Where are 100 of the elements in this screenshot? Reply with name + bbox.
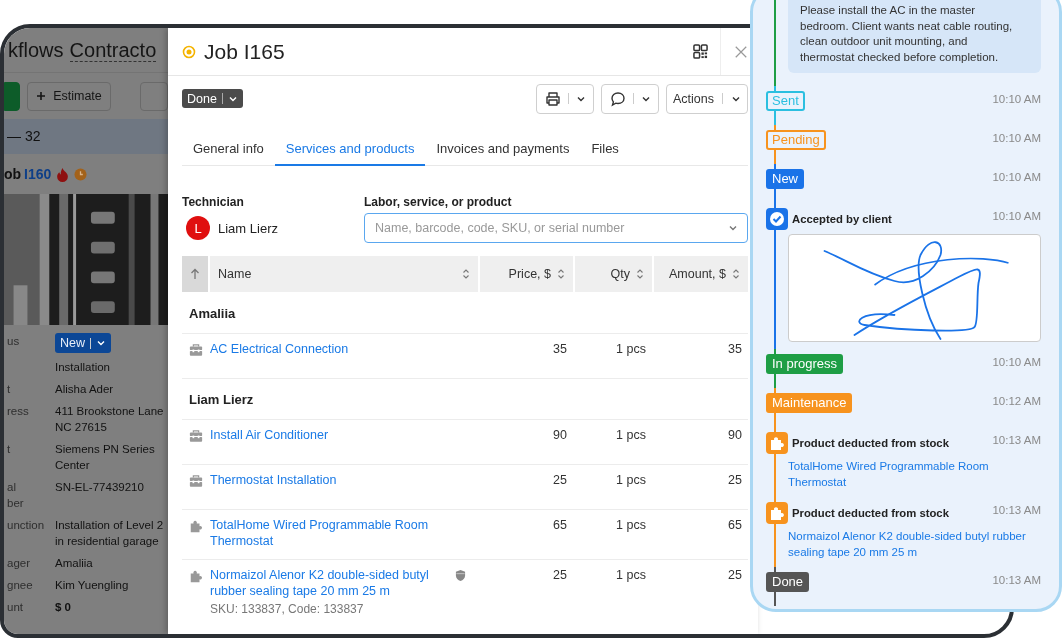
group-title: Liam Lierz (189, 391, 254, 407)
column-header[interactable]: Qty (575, 256, 652, 292)
field-label: unt (7, 601, 23, 613)
comment-text: Please install the AC in the master bedroom. Client wants neat cable routing, clean outdoor unit mounting, and thermostat checked before completion. (788, 0, 1041, 74)
field-value: Kim Yuengling (55, 579, 129, 591)
timestamp: 10:10 AM (992, 170, 1041, 184)
status-dropdown[interactable]: New (55, 333, 111, 353)
status-badge: New (766, 169, 804, 190)
field-label: t (7, 443, 11, 455)
sort-icon (732, 268, 740, 280)
field-value: Siemens PN Series Center (55, 443, 155, 471)
status-badge: Maintenance (766, 393, 853, 414)
timestamp: 10:10 AM (992, 131, 1041, 145)
field-value: SN-EL-77439210 (55, 481, 144, 493)
search-field[interactable]: Name, barcode, code, SKU, or serial number (364, 213, 748, 243)
item-link[interactable]: TotalHome Wired Programmable Room Thermostat (210, 518, 445, 549)
job-title: ob (4, 166, 22, 182)
job-title: Job I165 (204, 39, 286, 64)
product-link[interactable]: Normaizol Alenor K2 double-sided butyl rubber sealing tape 20 mm 25 m (766, 528, 1041, 561)
puzzle-icon (189, 569, 203, 583)
table-cell: 25 (728, 568, 742, 582)
item-link[interactable]: Install Air Conditioner (210, 428, 445, 444)
item-details: SKU: 133837, Code: 133837 (210, 602, 365, 618)
printer-icon (544, 90, 561, 107)
technician-name: Liam Lierz (218, 220, 278, 236)
caret-icon (96, 338, 106, 348)
item-link[interactable]: AC Electrical Connection (210, 342, 445, 358)
table-cell: 35 (553, 342, 567, 356)
create-button[interactable] (4, 81, 20, 111)
field-label: ager (7, 557, 31, 569)
column-header[interactable]: Amount, $ (654, 256, 748, 292)
field-label: Technician (182, 195, 245, 211)
status-dropdown[interactable]: Done (182, 89, 243, 108)
toolbar-button[interactable] (140, 81, 168, 111)
status-badge: Pending (766, 130, 826, 151)
close-icon (734, 44, 748, 59)
message-button[interactable] (601, 83, 659, 114)
qr-code-icon (692, 44, 708, 59)
table-cell: 25 (728, 473, 742, 487)
field-value: Installation (55, 361, 110, 373)
status-badge: In progress (766, 354, 844, 375)
print-button[interactable] (536, 83, 594, 114)
table-cell: 90 (728, 428, 742, 442)
timestamp: 10:10 AM (992, 92, 1041, 106)
job-number-link[interactable]: I160 (24, 166, 52, 182)
sort-column-header[interactable] (182, 256, 208, 292)
item-link[interactable]: Thermostat Installation (210, 473, 445, 489)
field-label: unction (7, 519, 45, 531)
field-label: us (7, 335, 20, 347)
timestamp: 10:10 AM (992, 355, 1041, 369)
field-value: Amaliia (55, 557, 93, 569)
tab[interactable]: Services and products (274, 133, 426, 166)
caret-icon (728, 223, 738, 233)
plus-icon (36, 91, 47, 101)
estimate-button[interactable]: Estimate (26, 81, 112, 111)
table-cell: 25 (553, 568, 567, 582)
field-label: ress (7, 405, 29, 417)
item-link[interactable]: Normaizol Alenor K2 double-sided butyl rubber sealing tape 20 mm 25 m (210, 568, 445, 599)
app-title: kflows (8, 38, 64, 62)
table-cell: 25 (553, 473, 567, 487)
workspace-selector[interactable]: Contracto (69, 38, 157, 62)
field-label: t (7, 383, 11, 395)
status-badge: Done (766, 572, 810, 593)
product-link[interactable]: TotalHome Wired Programmable Room Thermostat (766, 458, 1041, 491)
table-cell: 1 pcs (616, 428, 646, 442)
field-value: $ 0 (55, 601, 71, 613)
tab[interactable]: Invoices and payments (425, 133, 581, 166)
table-cell: 1 pcs (616, 568, 646, 582)
table-cell: 65 (728, 518, 742, 532)
table-cell: 1 pcs (616, 473, 646, 487)
field-value: 411 Brookstone Lane NC 27615 (55, 405, 164, 433)
timestamp: 10:13 AM (992, 433, 1041, 447)
table-cell: 1 pcs (616, 342, 646, 356)
timestamp: 10:13 AM (992, 503, 1041, 517)
field-value: Alisha Ader (55, 383, 114, 395)
timestamp: 10:12 AM (992, 394, 1041, 408)
sort-icon (636, 268, 644, 280)
field-label: al ber (7, 481, 24, 509)
column-header[interactable]: Price, $ (480, 256, 573, 292)
field-value: Installation of Level 2 in residential garage (55, 519, 164, 547)
toolbox-icon (189, 474, 203, 488)
tab[interactable]: General info (182, 133, 275, 166)
avatar: L (186, 216, 210, 240)
column-header[interactable]: Name (210, 256, 478, 292)
arrow-up-icon (190, 268, 200, 280)
group-title: Amaliia (189, 305, 236, 321)
actions-button[interactable]: Actions (666, 83, 748, 114)
timestamp: 10:10 AM (992, 209, 1041, 223)
table-cell: 1 pcs (616, 518, 646, 532)
table-cell: 90 (553, 428, 567, 442)
event-title: Product deducted from stock (792, 506, 949, 520)
field-label: Labor, service, or product (364, 195, 513, 211)
puzzle-icon (189, 519, 203, 533)
event-title: Product deducted from stock (792, 436, 949, 450)
timestamp: 10:13 AM (992, 573, 1041, 587)
status-ring-icon (182, 44, 196, 59)
tab[interactable]: Files (580, 133, 630, 166)
list-group-header: — 32 (4, 119, 168, 154)
toolbox-icon (189, 429, 203, 443)
status-badge: Sent (766, 91, 805, 112)
